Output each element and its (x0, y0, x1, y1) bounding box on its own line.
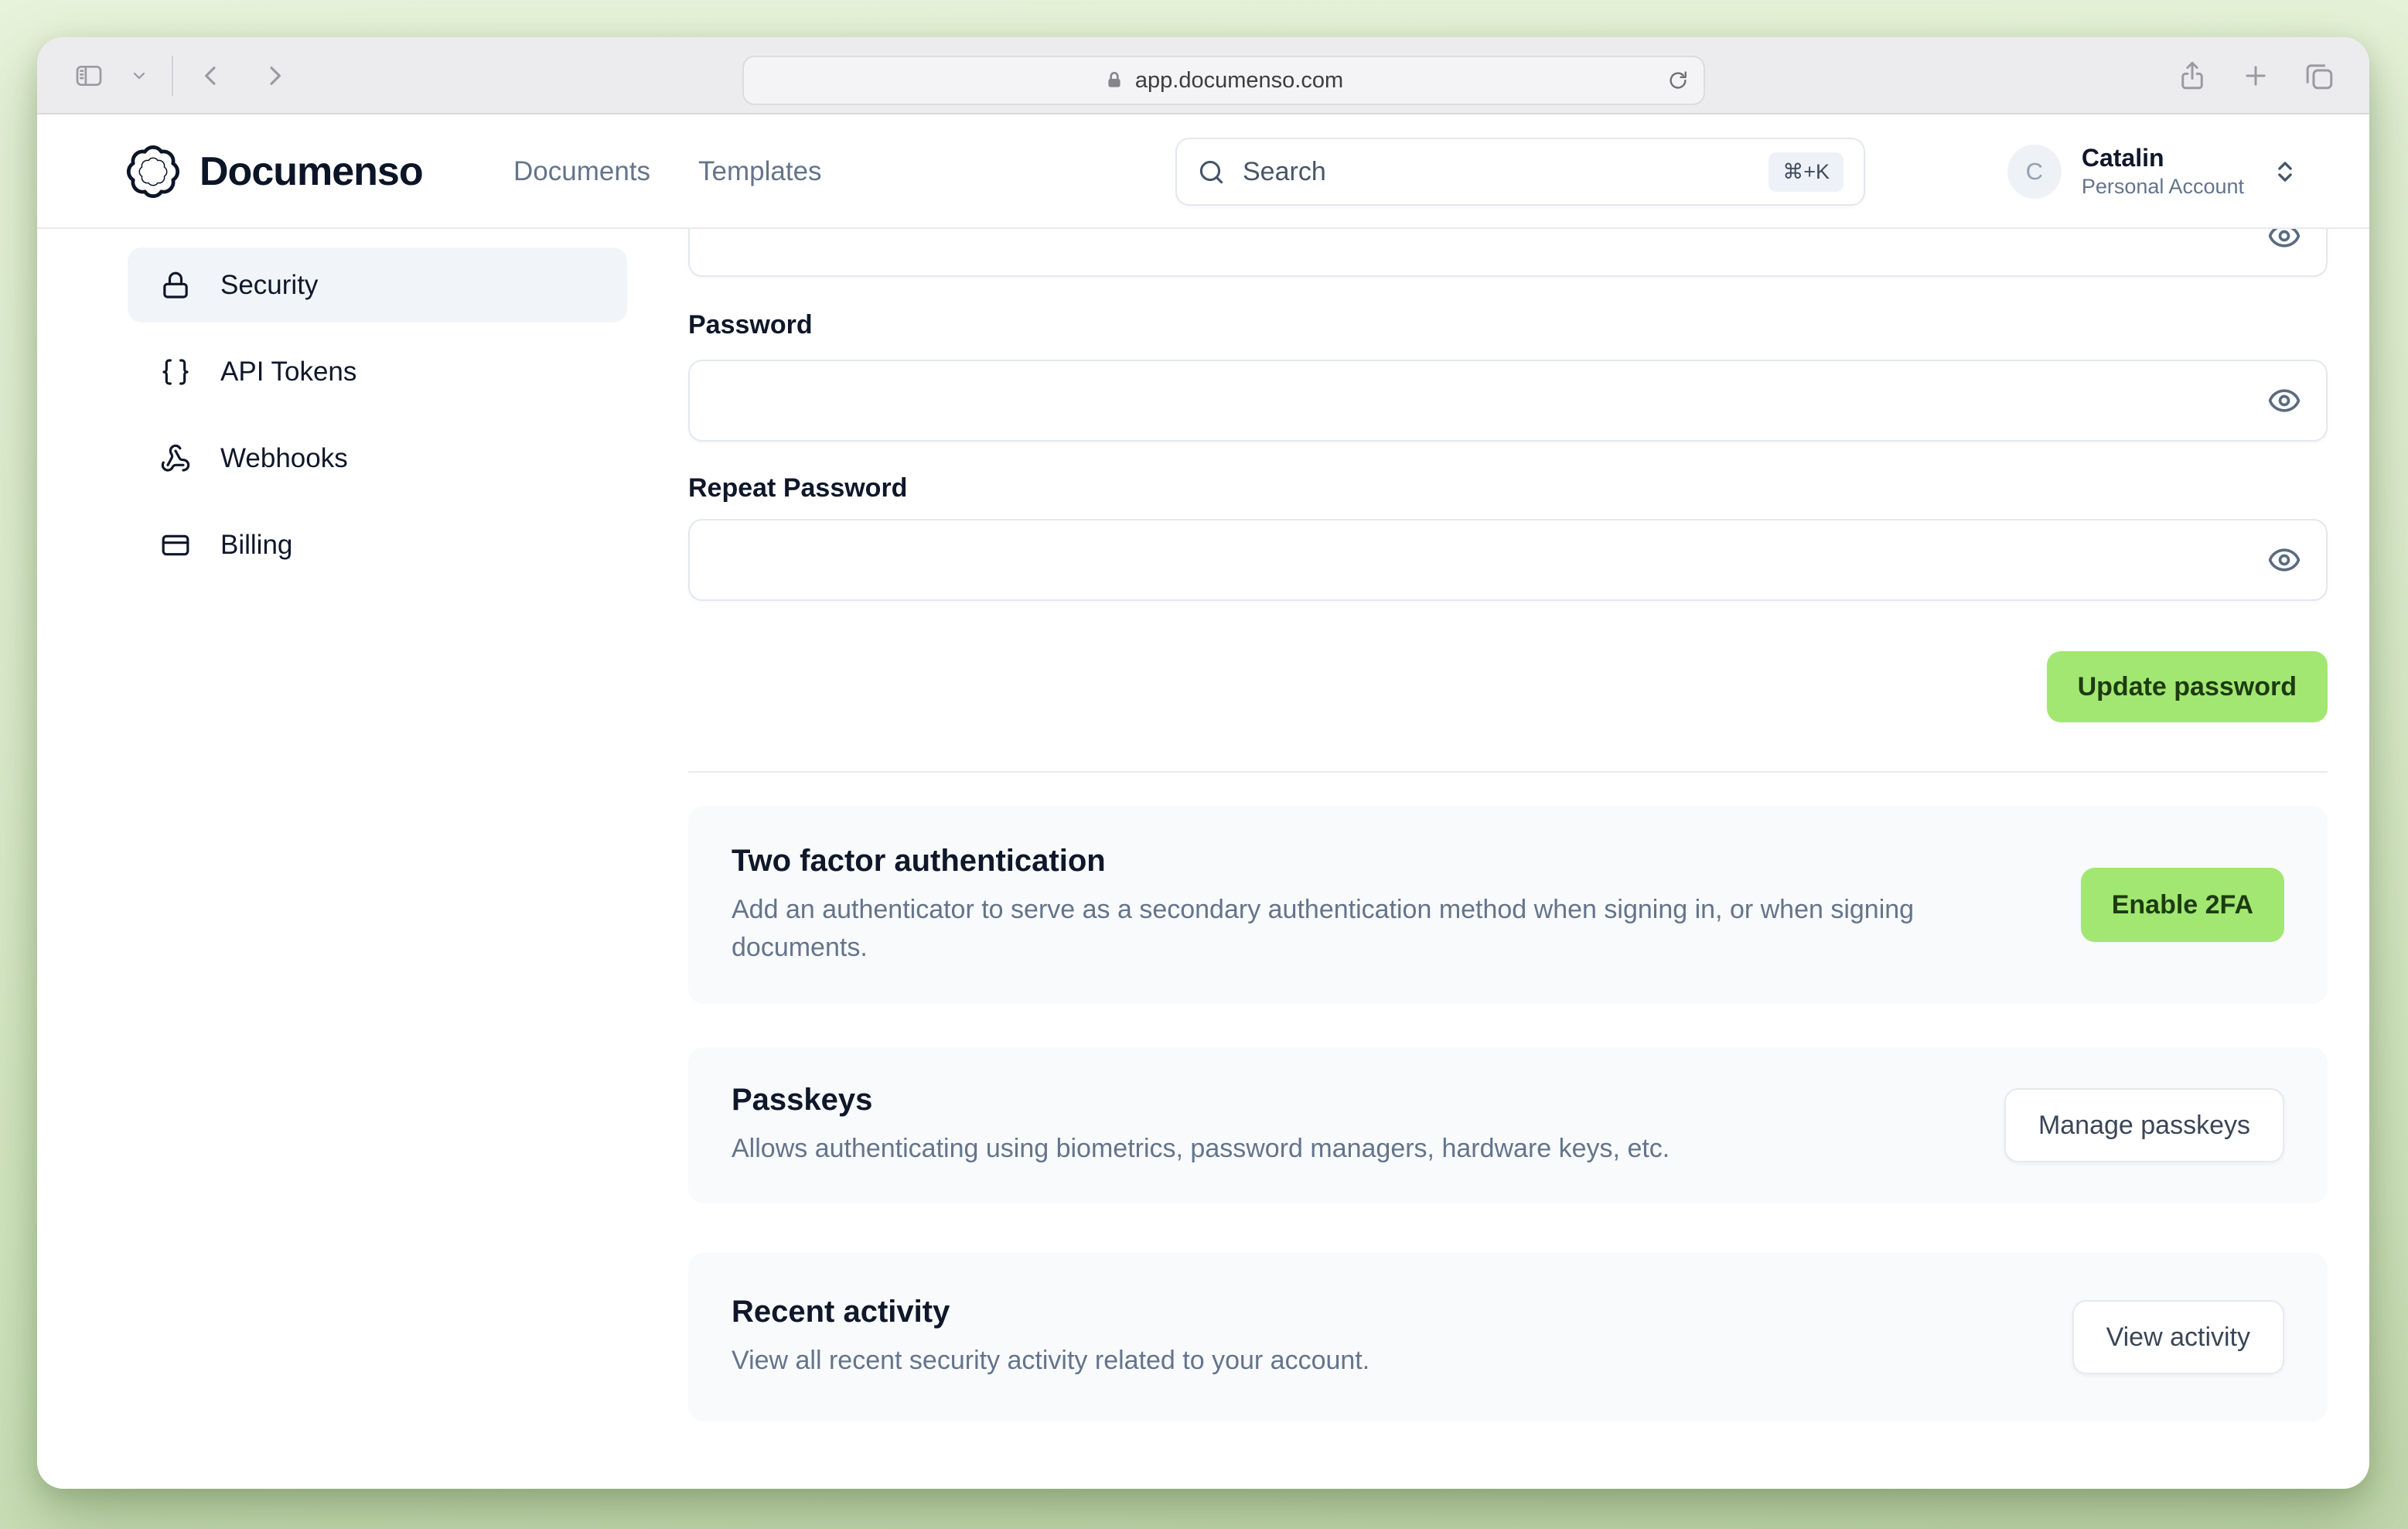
repeat-password-field (688, 519, 2328, 601)
enable-2fa-button[interactable]: Enable 2FA (2080, 868, 2284, 942)
back-icon[interactable] (196, 61, 226, 90)
browser-window: app.documenso.com Documenso Documents Te… (37, 37, 2369, 1489)
app-header: Documenso Documents Templates ⌘+K C Cata… (37, 114, 2369, 229)
manage-passkeys-button[interactable]: Manage passkeys (2004, 1088, 2284, 1162)
toolbar-divider (172, 56, 173, 96)
new-tab-icon[interactable] (2241, 61, 2270, 90)
passkeys-text: Passkeys Allows authenticating using bio… (732, 1083, 1670, 1167)
chevron-down-icon[interactable] (130, 67, 148, 85)
address-bar[interactable]: app.documenso.com (742, 56, 1705, 105)
share-icon[interactable] (2176, 60, 2208, 92)
nav-documents[interactable]: Documents (513, 156, 650, 187)
recent-activity-title: Recent activity (732, 1295, 950, 1329)
security-settings-main: Password Repeat Password Update password (688, 229, 2328, 1421)
webhook-icon (160, 443, 191, 474)
url-text: app.documenso.com (1134, 67, 1344, 93)
password-input[interactable] (690, 361, 2326, 440)
chevrons-up-down-icon (2270, 157, 2300, 186)
top-nav: Documents Templates (513, 114, 822, 229)
sidebar-item-webhooks[interactable]: Webhooks (128, 421, 627, 496)
eye-icon[interactable] (2267, 543, 2301, 577)
current-password-field (688, 229, 2328, 277)
account-menu[interactable]: C Catalin Personal Account (2007, 114, 2300, 229)
current-password-input[interactable] (690, 229, 2326, 275)
nav-templates[interactable]: Templates (698, 156, 822, 187)
eye-icon[interactable] (2267, 384, 2301, 418)
search-bar[interactable]: ⌘+K (1175, 138, 1865, 206)
credit-card-icon (160, 530, 191, 561)
form-actions: Update password (688, 651, 2328, 722)
sidebar-item-security[interactable]: Security (128, 247, 627, 323)
documenso-badge-icon (124, 142, 182, 201)
lock-icon (160, 270, 191, 301)
reload-icon[interactable] (1666, 69, 1690, 92)
two-factor-card: Two factor authentication Add an authent… (688, 806, 2328, 1004)
padlock-icon (1104, 70, 1124, 90)
recent-activity-description: View all recent security activity relate… (732, 1346, 1370, 1376)
sidebar-item-billing[interactable]: Billing (128, 507, 627, 582)
sidebar-item-api-tokens[interactable]: API Tokens (128, 334, 627, 409)
forward-icon[interactable] (260, 61, 289, 90)
search-icon (1197, 158, 1226, 186)
recent-activity-card: Recent activity View all recent security… (688, 1253, 2328, 1421)
two-factor-title: Two factor authentication (732, 844, 1106, 879)
sidebar-item-label: Webhooks (220, 442, 348, 473)
documenso-logo[interactable]: Documenso (124, 114, 424, 229)
two-factor-text: Two factor authentication Add an authent… (732, 844, 1984, 966)
braces-icon (160, 357, 191, 387)
settings-sidebar: Security API Tokens Webhooks Billing (128, 247, 627, 594)
password-field (688, 360, 2328, 442)
tabs-icon[interactable] (2303, 60, 2335, 92)
two-factor-description: Add an authenticator to serve as a secon… (732, 895, 1915, 962)
account-name: Catalin (2081, 144, 2164, 172)
eye-icon[interactable] (2267, 229, 2301, 253)
sidebar-item-label: Billing (220, 529, 293, 560)
repeat-password-label: Repeat Password (688, 473, 908, 503)
sidebar-item-label: Security (220, 269, 319, 300)
sidebar-toggle-icon[interactable] (71, 60, 107, 91)
sidebar-item-label: API Tokens (220, 356, 357, 387)
avatar: C (2007, 145, 2062, 199)
logo-text: Documenso (200, 149, 424, 194)
app-body: Security API Tokens Webhooks Billing Pas… (37, 229, 2369, 1489)
recent-activity-text: Recent activity View all recent security… (732, 1295, 1369, 1379)
browser-toolbar: app.documenso.com (37, 37, 2369, 114)
password-label: Password (688, 310, 813, 340)
passkeys-title: Passkeys (732, 1083, 873, 1118)
search-input[interactable] (1243, 156, 1752, 187)
repeat-password-input[interactable] (690, 520, 2326, 599)
passkeys-card: Passkeys Allows authenticating using bio… (688, 1047, 2328, 1203)
account-type: Personal Account (2081, 174, 2244, 198)
view-activity-button[interactable]: View activity (2072, 1300, 2284, 1374)
section-divider (688, 771, 2328, 773)
passkeys-description: Allows authenticating using biometrics, … (732, 1134, 1670, 1164)
search-shortcut-badge: ⌘+K (1768, 152, 1844, 192)
update-password-button[interactable]: Update password (2046, 651, 2328, 722)
